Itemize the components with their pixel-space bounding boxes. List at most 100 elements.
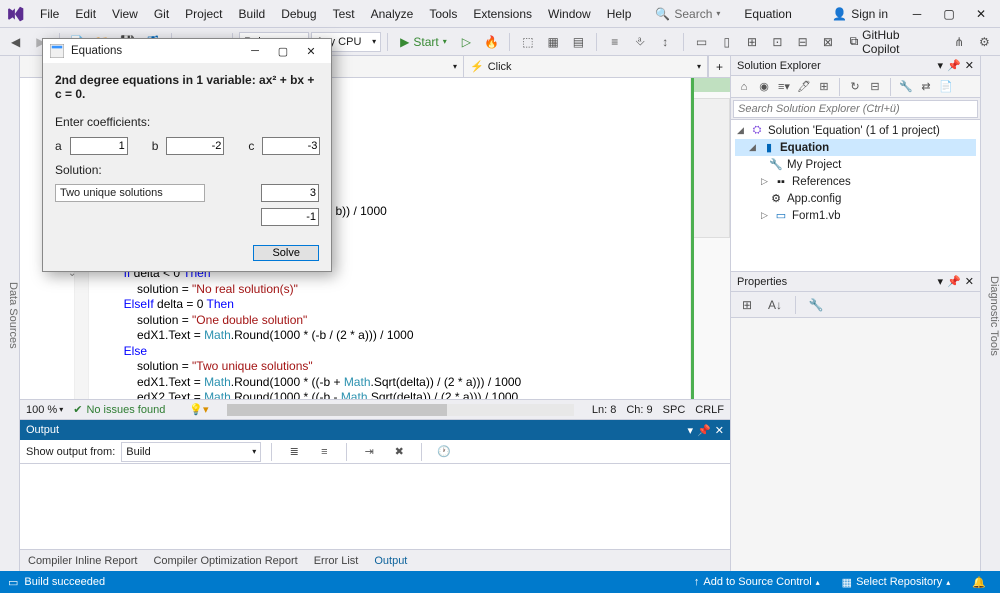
left-gutter[interactable]: Data Sources xyxy=(0,56,20,571)
settings-button[interactable]: ⚙ xyxy=(973,31,996,53)
tb-icon-3[interactable]: ▤ xyxy=(567,31,590,53)
share-button[interactable]: ⋔ xyxy=(947,31,970,53)
se-sync-icon[interactable]: ≡▾ xyxy=(775,78,793,96)
properties-body[interactable] xyxy=(731,318,980,571)
tree-item-form1[interactable]: ▷▭Form1.vb xyxy=(735,207,976,224)
bottom-tab-compiler-inline-report[interactable]: Compiler Inline Report xyxy=(20,552,145,570)
x2-output[interactable] xyxy=(261,208,319,226)
out-tool-3[interactable]: ⇥ xyxy=(357,441,381,463)
equations-titlebar[interactable]: Equations ─ ▢ ✕ xyxy=(43,39,331,63)
a-input[interactable] xyxy=(70,137,128,155)
tree-item-references[interactable]: ▷▪▪References xyxy=(735,173,976,190)
source-control-button[interactable]: ↑Add to Source Control▴ xyxy=(688,576,826,588)
nav-member-combo[interactable]: ⚡ Click xyxy=(464,56,708,77)
se-home-icon[interactable]: ⌂ xyxy=(735,78,753,96)
start-debug-button[interactable]: ▶ Start ▾ xyxy=(394,31,453,53)
bottom-tab-compiler-optimization-report[interactable]: Compiler Optimization Report xyxy=(145,552,305,570)
menu-extensions[interactable]: Extensions xyxy=(465,3,540,25)
menu-view[interactable]: View xyxy=(104,3,146,25)
dropdown-icon[interactable]: ▾ xyxy=(938,275,944,288)
copilot-button[interactable]: ⧉ GitHub Copilot xyxy=(842,28,946,56)
se-back-icon[interactable]: ◉ xyxy=(755,78,773,96)
pin-icon[interactable]: 📌 xyxy=(697,424,711,437)
c-input[interactable] xyxy=(262,137,320,155)
issues-indicator[interactable]: ✔ No issues found xyxy=(73,403,165,416)
x1-output[interactable] xyxy=(261,184,319,202)
signin-button[interactable]: 👤 Sign in xyxy=(824,7,896,21)
solution-explorer-search-input[interactable] xyxy=(733,100,978,118)
solution-tree[interactable]: ◢⛭Solution 'Equation' (1 of 1 project) ◢… xyxy=(731,120,980,271)
menu-help[interactable]: Help xyxy=(599,3,640,25)
b-input[interactable] xyxy=(166,137,224,155)
solution-explorer-header[interactable]: Solution Explorer ▾📌✕ xyxy=(731,56,980,76)
menu-analyze[interactable]: Analyze xyxy=(363,3,422,25)
maximize-button[interactable]: ▢ xyxy=(934,4,964,24)
modal-minimize-button[interactable]: ─ xyxy=(241,41,269,61)
close-icon[interactable]: ✕ xyxy=(715,424,724,437)
bottom-tab-error-list[interactable]: Error List xyxy=(306,552,367,570)
menu-debug[interactable]: Debug xyxy=(273,3,324,25)
minimize-button[interactable]: ─ xyxy=(902,4,932,24)
hot-reload-button[interactable]: 🔥 xyxy=(480,31,503,53)
tb-icon-7[interactable]: ▭ xyxy=(690,31,713,53)
notifications-button[interactable]: 🔔 xyxy=(966,576,992,589)
out-tool-1[interactable]: ≣ xyxy=(282,441,306,463)
nav-back-button[interactable]: ◀ xyxy=(4,31,27,53)
tb-icon-1[interactable]: ⬚ xyxy=(516,31,539,53)
pin-icon[interactable]: 📌 xyxy=(947,59,961,72)
tb-icon-8[interactable]: ▯ xyxy=(715,31,738,53)
tb-icon-12[interactable]: ⊠ xyxy=(816,31,839,53)
menu-file[interactable]: File xyxy=(32,3,67,25)
se-tool-5[interactable]: 📄 xyxy=(937,78,955,96)
menu-build[interactable]: Build xyxy=(231,3,274,25)
tb-icon-9[interactable]: ⊞ xyxy=(740,31,763,53)
modal-maximize-button[interactable]: ▢ xyxy=(269,41,297,61)
tree-item-myproject[interactable]: 🔧My Project xyxy=(735,156,976,173)
menu-test[interactable]: Test xyxy=(325,3,363,25)
tree-project[interactable]: ◢▮Equation xyxy=(735,139,976,156)
modal-close-button[interactable]: ✕ xyxy=(297,41,325,61)
split-editor-button[interactable]: + xyxy=(708,56,730,77)
menu-tools[interactable]: Tools xyxy=(421,3,465,25)
out-tool-2[interactable]: ≡ xyxy=(312,441,336,463)
tree-item-appconfig[interactable]: ⚙App.config xyxy=(735,190,976,207)
data-sources-tab[interactable]: Data Sources xyxy=(7,282,19,349)
lightbulb-icon[interactable]: 💡▾ xyxy=(189,403,208,416)
menu-window[interactable]: Window xyxy=(540,3,599,25)
minimap[interactable] xyxy=(690,78,730,399)
out-tool-4[interactable]: ✖ xyxy=(387,441,411,463)
menu-project[interactable]: Project xyxy=(177,3,230,25)
solve-button[interactable]: Solve xyxy=(253,245,319,261)
out-tool-5[interactable]: 🕐 xyxy=(432,441,456,463)
tb-icon-4[interactable]: ≡ xyxy=(603,31,626,53)
se-collapse-icon[interactable]: ⊟ xyxy=(866,78,884,96)
output-body[interactable] xyxy=(20,464,730,549)
close-icon[interactable]: ✕ xyxy=(965,275,974,288)
tree-solution-root[interactable]: ◢⛭Solution 'Equation' (1 of 1 project) xyxy=(735,122,976,139)
solution-name[interactable]: Equation xyxy=(736,3,799,25)
dropdown-icon[interactable]: ▾ xyxy=(688,424,694,437)
tb-icon-5[interactable]: ⎀ xyxy=(628,31,651,53)
diagnostic-tools-tab[interactable]: Diagnostic Tools xyxy=(988,276,1000,356)
hscrollbar[interactable] xyxy=(227,404,574,416)
output-header[interactable]: Output ▾ 📌 ✕ xyxy=(20,420,730,440)
line-ending[interactable]: CRLF xyxy=(695,404,724,416)
tb-icon-6[interactable]: ↕ xyxy=(654,31,677,53)
props-cat-button[interactable]: ⊞ xyxy=(735,294,759,316)
indent-mode[interactable]: SPC xyxy=(663,404,686,416)
close-icon[interactable]: ✕ xyxy=(965,59,974,72)
se-tool-3[interactable]: 🔧 xyxy=(897,78,915,96)
pin-icon[interactable]: 📌 xyxy=(947,275,961,288)
show-from-combo[interactable]: Build xyxy=(121,442,261,462)
se-refresh-icon[interactable]: ↻ xyxy=(846,78,864,96)
close-button[interactable]: ✕ xyxy=(966,4,996,24)
se-tool-2[interactable]: ⊞ xyxy=(815,78,833,96)
props-az-button[interactable]: A↓ xyxy=(763,294,787,316)
dropdown-icon[interactable]: ▾ xyxy=(938,59,944,72)
zoom-control[interactable]: 100 %▾ xyxy=(26,404,63,416)
se-tool-4[interactable]: ⇄ xyxy=(917,78,935,96)
start-nodebug-button[interactable]: ▷ xyxy=(455,31,478,53)
tb-icon-10[interactable]: ⊡ xyxy=(766,31,789,53)
right-gutter[interactable]: Diagnostic Tools xyxy=(980,56,1000,571)
menu-git[interactable]: Git xyxy=(146,3,177,25)
